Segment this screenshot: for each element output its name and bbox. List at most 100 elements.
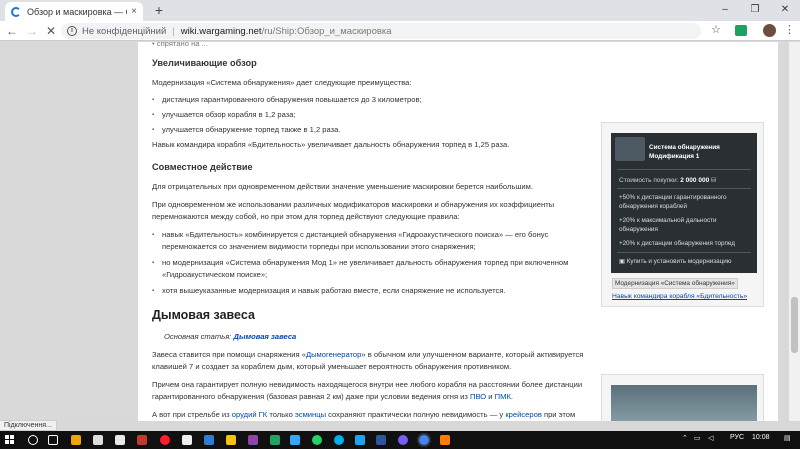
upgrade-card: Система обнаружения Модификация 1 Стоимо… (611, 133, 757, 273)
upgrade-bonus: +20% к максимальной дальности обнаружени… (619, 217, 717, 233)
list-item: навык «Бдительность» комбинируется с дис… (152, 229, 548, 241)
list-item: улучшается обзор корабля в 1,2 раза; (152, 109, 296, 121)
section3-p1-line1: Завеса ставится при помощи снаряжения «Д… (152, 349, 583, 361)
language-indicator[interactable]: РУС (730, 434, 744, 441)
browser-toolbar: ← → ✕ i Не конфіденційний | wiki.wargami… (0, 21, 800, 41)
divider (617, 252, 751, 253)
forward-icon[interactable]: → (24, 23, 40, 39)
address-bar[interactable]: i Не конфіденційний | wiki.wargaming.net… (61, 23, 701, 39)
heading-smoke-screen: Дымовая завеса (152, 308, 255, 322)
buy-install-action[interactable]: ▣ Купить и установить модернизацию (619, 258, 732, 265)
tab-title: Обзор и маскировка — Global (27, 6, 127, 17)
text-fragment: сохраняют практически полную невидимость… (326, 410, 506, 419)
cost-label: Стоимость покупки: (619, 177, 679, 184)
cruisers-link[interactable]: крейсеров (505, 410, 542, 419)
new-tab-button[interactable]: + (151, 2, 167, 18)
destroyers-link[interactable]: эсминцы (295, 410, 326, 419)
stop-loading-icon[interactable]: ✕ (43, 23, 59, 39)
main-article-note: Основная статья: Дымовая завеса (164, 331, 296, 343)
section3-p2-line1: Причем она гарантирует полную невидимост… (152, 380, 583, 389)
smoke-generator-link[interactable]: Дымогенератор (306, 350, 361, 359)
main-battery-link[interactable]: орудий ГК (232, 410, 267, 419)
list-item-continued: перемножается со значением видимости тор… (162, 242, 476, 251)
illustrator-icon[interactable] (440, 435, 450, 445)
text-fragment: А вот при стрельбе из (152, 410, 232, 419)
divider (617, 188, 751, 189)
app-icon[interactable] (355, 435, 365, 445)
text-fragment: и (486, 392, 495, 401)
app-icon[interactable] (204, 435, 214, 445)
text-fragment: » в обычном или улучшенном варианте, кот… (361, 350, 584, 359)
caption-tag: Модернизация «Система обнаружения» (612, 278, 738, 289)
windows-start-icon[interactable] (5, 435, 15, 445)
volume-icon[interactable]: ◁ (708, 434, 713, 442)
task-view-icon[interactable] (48, 435, 58, 445)
tab-close-icon[interactable]: × (131, 6, 137, 17)
clock[interactable]: 10:08 (752, 434, 770, 441)
divider: | (172, 25, 175, 37)
close-window-button[interactable]: ✕ (770, 0, 800, 21)
list-item: хотя вышеуказанные модернизация и навык … (152, 285, 506, 297)
smoke-screen-image[interactable] (611, 385, 757, 421)
text-fragment: только (267, 410, 295, 419)
chrome-icon[interactable] (419, 435, 429, 445)
section2-p2-line2: перемножаются между собой, но при этом д… (152, 212, 460, 221)
upgrade-icon (615, 137, 645, 161)
info-icon[interactable]: i (67, 26, 77, 36)
upgrade-name-line1: Система обнаружения (649, 144, 720, 151)
list-item: но модернизация «Система обнаружения Мод… (152, 257, 568, 269)
tab-strip: Обзор и маскировка — Global × + – ❐ ✕ (0, 0, 800, 21)
search-icon[interactable] (28, 435, 38, 445)
back-icon[interactable]: ← (4, 23, 20, 39)
text-fragment: гарантированного обнаружения (базовая ра… (152, 392, 470, 401)
viber-icon[interactable] (398, 435, 408, 445)
upgrade-bonus: +20% к дистанции обнаружения торпед (619, 240, 735, 247)
scrollbar-thumb[interactable] (791, 297, 798, 353)
windows-taskbar: ⌃ ▭ ◁ РУС 10:08 ▤ (0, 431, 800, 449)
section3-p3-line1: А вот при стрельбе из орудий ГК только э… (152, 409, 575, 421)
list-item: дистанция гарантированного обнаружения п… (152, 94, 422, 106)
excel-icon[interactable] (270, 435, 280, 445)
app-icon[interactable] (248, 435, 258, 445)
section2-p2-line1: При одновременном же использовании разли… (152, 200, 555, 209)
minimize-button[interactable]: – (710, 0, 740, 21)
browser-menu-icon[interactable]: ⋮ (784, 23, 795, 36)
list-item-continued: «Гидроакустическом поиске»; (162, 270, 268, 279)
bookmark-star-icon[interactable]: ☆ (711, 23, 721, 36)
status-bubble: Підключення... (0, 420, 57, 431)
tab-active[interactable]: Обзор и маскировка — Global × (5, 2, 143, 21)
skype-icon[interactable] (334, 435, 344, 445)
main-article-prefix: Основная статья: (164, 332, 234, 341)
main-article-link[interactable]: Дымовая завеса (234, 332, 297, 341)
app-icon[interactable] (137, 435, 147, 445)
secondary-battery-link[interactable]: ПМК (495, 392, 511, 401)
url-host: wiki.wargaming.net (180, 25, 262, 37)
skill-link[interactable]: Навык командира корабля «Бдительность» (612, 293, 747, 300)
aa-link[interactable]: ПВО (470, 392, 486, 401)
article-content: • спрятано на ... Увеличивающие обзор Мо… (138, 42, 778, 421)
shopping-bag-icon[interactable] (115, 435, 125, 445)
vertical-scrollbar[interactable] (789, 42, 800, 421)
notifications-icon[interactable]: ▤ (784, 434, 791, 442)
maximize-button[interactable]: ❐ (740, 0, 770, 21)
file-explorer-icon[interactable] (71, 435, 81, 445)
cost-value: 2 000 000 (680, 177, 710, 184)
network-icon[interactable]: ▭ (694, 434, 701, 442)
tray-chevron-icon[interactable]: ⌃ (682, 434, 688, 442)
skill-note: Навык командира корабля «Бдительность» у… (152, 140, 510, 149)
app-icon[interactable] (226, 435, 236, 445)
store-icon[interactable] (93, 435, 103, 445)
web-page: • спрятано на ... Увеличивающие обзор Мо… (0, 42, 789, 421)
whatsapp-icon[interactable] (312, 435, 322, 445)
text-fragment: Завеса ставится при помощи снаряжения « (152, 350, 306, 359)
opera-icon[interactable] (160, 435, 170, 445)
calculator-icon[interactable] (182, 435, 192, 445)
extension-icon[interactable] (735, 25, 747, 36)
upgrade-name: Система обнаружения Модификация 1 (649, 143, 720, 161)
divider (617, 169, 751, 170)
text-fragment: при этом (541, 410, 576, 419)
photoshop-icon[interactable] (290, 435, 300, 445)
upgrade-name-line2: Модификация 1 (649, 153, 700, 160)
word-icon[interactable] (376, 435, 386, 445)
profile-avatar[interactable] (763, 24, 776, 37)
